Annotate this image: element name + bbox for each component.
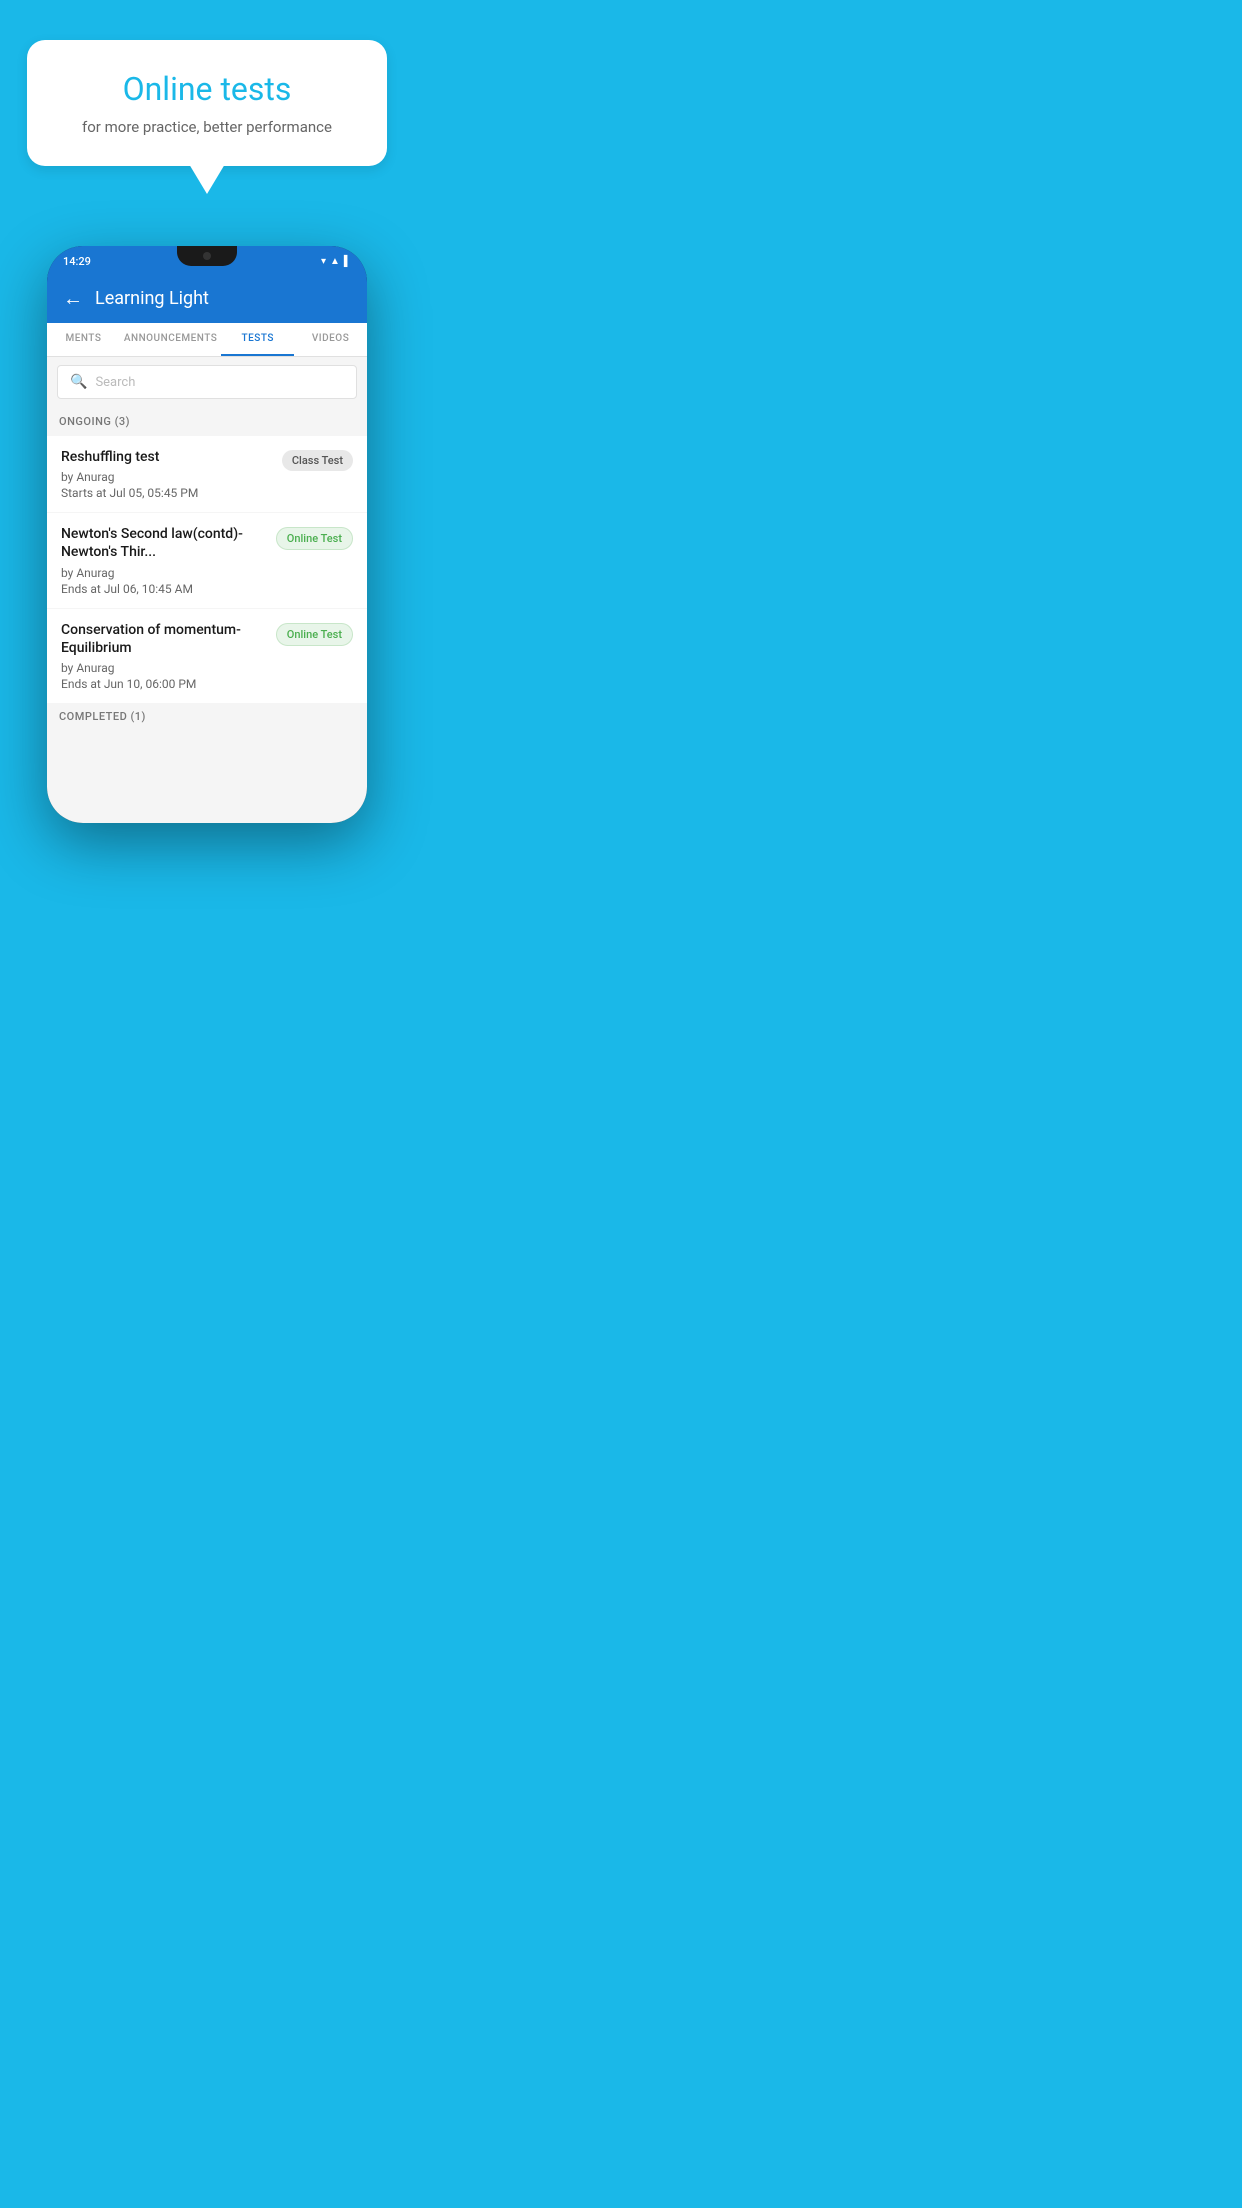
search-bar[interactable]: 🔍 Search [57, 365, 357, 399]
wifi-icon: ▾ [321, 256, 326, 267]
top-section: Online tests for more practice, better p… [0, 0, 414, 226]
test-info-conservation: Conservation of momentum-Equilibrium by … [61, 621, 266, 691]
content-area: ONGOING (3) Reshuffling test by Anurag S… [47, 407, 367, 807]
battery-icon: ▌ [344, 256, 351, 267]
app-title: Learning Light [95, 288, 209, 309]
tab-tests[interactable]: TESTS [221, 323, 294, 356]
phone-notch [177, 246, 237, 266]
search-container: 🔍 Search [47, 357, 367, 407]
test-by-newton: by Anurag [61, 566, 266, 580]
test-name-reshuffling: Reshuffling test [61, 448, 272, 466]
tab-announcements[interactable]: ANNOUNCEMENTS [120, 323, 221, 356]
test-item-reshuffling[interactable]: Reshuffling test by Anurag Starts at Jul… [47, 436, 367, 512]
tab-videos[interactable]: VIDEOS [294, 323, 367, 356]
test-info-reshuffling: Reshuffling test by Anurag Starts at Jul… [61, 448, 272, 500]
test-item-newton[interactable]: Newton's Second law(contd)-Newton's Thir… [47, 513, 367, 607]
badge-class-test: Class Test [282, 450, 353, 471]
test-item-conservation[interactable]: Conservation of momentum-Equilibrium by … [47, 609, 367, 703]
test-name-newton: Newton's Second law(contd)-Newton's Thir… [61, 525, 266, 561]
tab-ments[interactable]: MENTS [47, 323, 120, 356]
phone-bottom [47, 807, 367, 823]
app-header: ← Learning Light [47, 276, 367, 323]
camera-dot [203, 252, 211, 260]
tabs-container: MENTS ANNOUNCEMENTS TESTS VIDEOS [47, 323, 367, 357]
test-date-conservation: Ends at Jun 10, 06:00 PM [61, 677, 266, 691]
test-by-conservation: by Anurag [61, 661, 266, 675]
test-name-conservation: Conservation of momentum-Equilibrium [61, 621, 266, 657]
signal-icon: ▲ [330, 256, 340, 267]
search-input[interactable]: Search [95, 375, 135, 390]
bubble-title: Online tests [67, 70, 347, 108]
badge-online-test-conservation: Online Test [276, 623, 353, 646]
back-button[interactable]: ← [63, 286, 83, 311]
test-date-newton: Ends at Jul 06, 10:45 AM [61, 582, 266, 596]
phone-device: 14:29 ▾ ▲ ▌ ← Learning Light MENTS ANNOU… [47, 246, 367, 823]
status-time: 14:29 [63, 255, 91, 268]
ongoing-section-header: ONGOING (3) [47, 407, 367, 436]
badge-online-test-newton: Online Test [276, 527, 353, 550]
test-by-reshuffling: by Anurag [61, 470, 272, 484]
speech-bubble: Online tests for more practice, better p… [27, 40, 387, 166]
status-icons: ▾ ▲ ▌ [321, 256, 351, 267]
phone-wrapper: 14:29 ▾ ▲ ▌ ← Learning Light MENTS ANNOU… [0, 226, 414, 823]
status-bar: 14:29 ▾ ▲ ▌ [47, 246, 367, 276]
completed-section-header: COMPLETED (1) [47, 704, 367, 729]
search-icon: 🔍 [70, 374, 87, 390]
bubble-subtitle: for more practice, better performance [67, 118, 347, 136]
test-date-reshuffling: Starts at Jul 05, 05:45 PM [61, 486, 272, 500]
test-info-newton: Newton's Second law(contd)-Newton's Thir… [61, 525, 266, 595]
